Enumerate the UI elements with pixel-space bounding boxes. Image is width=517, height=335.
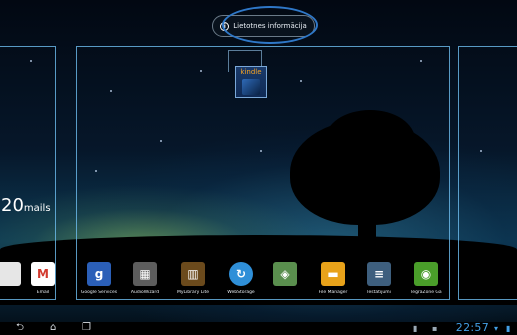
speaker-icon: ▦ — [133, 262, 157, 286]
cloud-sync-icon: ↻ — [229, 262, 253, 286]
app-info-label: Lietotnes informācija — [233, 22, 307, 30]
wifi-icon: ▾ — [494, 324, 499, 333]
mail-widget[interactable]: 20mails — [1, 195, 51, 216]
home-button[interactable]: ⌂ — [50, 322, 56, 335]
notification-icon[interactable]: ▮ — [413, 324, 417, 333]
kindle-widget-dragging[interactable]: kindle — [235, 66, 267, 98]
dock-app-maps[interactable]: ◈ — [262, 262, 308, 290]
dock-app-settings[interactable]: ≡ Iestatījumi — [356, 262, 402, 295]
dock-app-tegrazone[interactable]: ◉ TegraZone Ga — [403, 262, 449, 295]
kindle-label: kindle — [240, 68, 262, 76]
dock-app-file-manager[interactable]: ▬ File Manager — [310, 262, 356, 295]
nvidia-icon: ◉ — [414, 262, 438, 286]
screenshot-notification-icon[interactable]: ▪ — [432, 324, 437, 333]
home-page-right[interactable] — [458, 46, 517, 300]
dock-app-webstorage[interactable]: ↻ WebStorage — [218, 262, 264, 295]
status-clock[interactable]: 22:57 — [456, 321, 489, 334]
dock-app-audiowizard[interactable]: ▦ AudioWizard — [122, 262, 168, 295]
dock-app-email[interactable]: M Email — [20, 262, 66, 295]
settings-sliders-icon: ≡ — [367, 262, 391, 286]
mail-label: mails — [23, 203, 51, 214]
google-plus-icon: g — [87, 262, 111, 286]
kindle-icon — [242, 79, 260, 95]
partial-app-icon — [0, 262, 21, 286]
info-icon: i — [220, 21, 230, 31]
dock-app-google-services[interactable]: g Google Services — [76, 262, 122, 295]
recent-apps-button[interactable]: ❐ — [82, 322, 91, 335]
mail-count: 20 — [1, 195, 24, 216]
app-info-drop-target[interactable]: i Lietotnes informācija — [212, 15, 315, 37]
home-screen: i Lietotnes informācija kindle 20mails M… — [0, 0, 517, 335]
dock-app-mylibrary[interactable]: ▥ MyLibrary Lite — [170, 262, 216, 295]
system-navigation-bar: ⮌ ⌂ ❐ ▮ ▪ 22:57 ▾ ▮ — [0, 321, 517, 335]
folder-icon: ▬ — [321, 262, 345, 286]
maps-icon: ◈ — [273, 262, 297, 286]
back-button[interactable]: ⮌ — [16, 322, 24, 335]
books-icon: ▥ — [181, 262, 205, 286]
gmail-icon: M — [31, 262, 55, 286]
battery-icon: ▮ — [506, 324, 511, 333]
